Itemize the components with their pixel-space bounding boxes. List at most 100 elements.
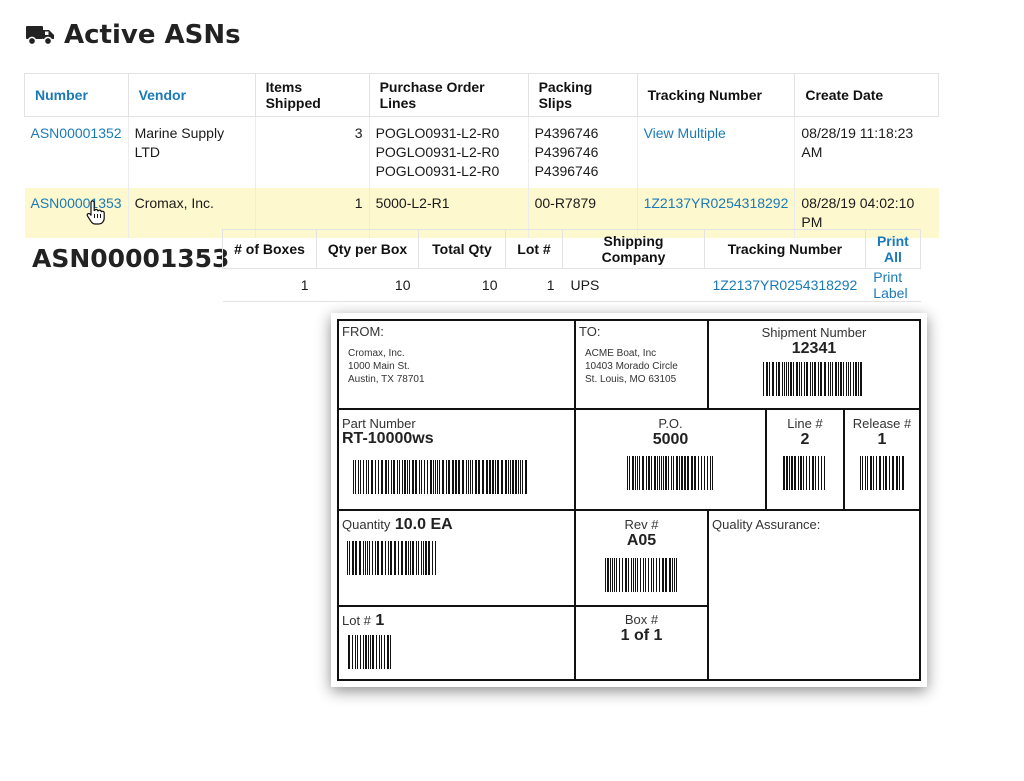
box-label: Box # [624, 612, 659, 627]
address-line: ACME Boat, Inc [585, 348, 657, 359]
address-line: 10403 Morado Circle [585, 361, 678, 372]
vendor-cell: Marine Supply LTD [127, 116, 256, 188]
from-label: FROM: [342, 324, 384, 339]
column-header-items-shipped: Items Shipped [254, 73, 370, 117]
label-rev-cell: Rev # A05 [576, 511, 709, 607]
print-label-link[interactable]: Print Label [873, 269, 907, 301]
column-header-packing-slips: Packing Slips [527, 73, 638, 117]
po-value: 5000 [652, 431, 689, 448]
lot-label: Lot # [342, 613, 371, 628]
part-number-label: Part Number [342, 416, 416, 431]
active-asn-table: Number Vendor Items Shipped Purchase Ord… [24, 73, 939, 238]
po-line: POGLO0931-L2-R0 [375, 163, 500, 179]
column-header-number[interactable]: Number [24, 73, 129, 117]
address-line: Austin, TX 78701 [348, 374, 425, 385]
tracking-number-link[interactable]: 1Z2137YR0254318292 [644, 195, 789, 211]
label-line-cell: Line # 2 [767, 410, 845, 511]
items-shipped-cell: 3 [254, 116, 370, 188]
label-shipment-cell: Shipment Number 12341 [709, 321, 919, 410]
label-part-cell: Part Number RT-10000ws [339, 410, 576, 511]
label-quantity-cell: Quantity 10.0 EA [339, 511, 576, 607]
column-header-lot: Lot # [505, 229, 563, 269]
truck-icon [26, 26, 54, 46]
line-label: Line # [787, 416, 823, 431]
lot-barcode-icon [348, 635, 391, 669]
line-barcode-icon [783, 456, 825, 490]
column-header-po-lines: Purchase Order Lines [368, 73, 529, 117]
column-header-tracking-number: Tracking Number [636, 73, 795, 117]
column-header-create-date: Create Date [794, 73, 939, 117]
column-header-boxes: # of Boxes [222, 229, 317, 269]
tracking-number-link[interactable]: 1Z2137YR0254318292 [713, 277, 858, 293]
po-label: P.O. [658, 416, 683, 431]
total-qty-cell: 10 [418, 268, 506, 302]
part-number-value: RT-10000ws [342, 430, 434, 447]
page-title: Active ASNs [64, 20, 241, 50]
table-header-row: Number Vendor Items Shipped Purchase Ord… [24, 73, 939, 117]
box-value: 1 of 1 [620, 627, 663, 644]
shipment-barcode-icon [763, 362, 862, 396]
hand-cursor-icon [86, 200, 105, 225]
shipping-company-cell: UPS [562, 268, 705, 302]
label-to-cell: TO: ACME Boat, Inc 10403 Morado Circle S… [576, 321, 709, 410]
page-heading: Active ASNs [26, 18, 241, 52]
part-barcode-icon [353, 460, 527, 494]
asn-number-link[interactable]: ASN00001353 [31, 195, 122, 211]
boxes-cell: 1 [222, 268, 317, 302]
quantity-label: Quantity [342, 517, 391, 532]
shipment-number-value: 12341 [791, 340, 837, 357]
label-box-cell: Box # 1 of 1 [576, 607, 709, 679]
view-multiple-link[interactable]: View Multiple [644, 125, 726, 141]
release-value: 1 [877, 431, 887, 448]
table-header-row: # of Boxes Qty per Box Total Qty Lot # S… [222, 229, 922, 269]
lot-line: Lot # 1 [342, 612, 384, 630]
address-line: Cromax, Inc. [348, 348, 405, 359]
shipping-label: FROM: Cromax, Inc. 1000 Main St. Austin,… [337, 319, 921, 681]
shipment-number-label: Shipment Number [761, 325, 867, 340]
po-line: POGLO0931-L2-R0 [375, 144, 500, 160]
asn-detail-title: ASN00001353 [32, 244, 230, 273]
rev-label: Rev # [624, 517, 659, 532]
address-line: St. Louis, MO 63105 [585, 374, 677, 385]
release-label: Release # [852, 416, 912, 431]
packing-slips-cell: P4396746 P4396746 P4396746 [527, 116, 638, 188]
packing-slip: 00-R7879 [534, 195, 597, 211]
lot-value: 1 [375, 612, 385, 629]
qa-label: Quality Assurance: [712, 517, 821, 532]
table-row: ASN00001352 Marine Supply LTD 3 POGLO093… [25, 116, 939, 188]
packing-slip: P4396746 [534, 163, 599, 179]
label-qa-cell: Quality Assurance: [709, 511, 919, 679]
qty-per-box-cell: 10 [316, 268, 419, 302]
shipping-label-preview: FROM: Cromax, Inc. 1000 Main St. Austin,… [331, 313, 927, 687]
lot-cell: 1 [505, 268, 563, 302]
column-header-total-qty: Total Qty [418, 229, 506, 269]
packing-slip: P4396746 [534, 125, 599, 141]
release-barcode-icon [860, 456, 904, 490]
column-header-qty-per-box: Qty per Box [316, 229, 419, 269]
quantity-value: 10.0 EA [394, 516, 453, 533]
rev-barcode-icon [604, 558, 677, 592]
print-all-button[interactable]: Print All [864, 229, 922, 269]
to-address: ACME Boat, Inc 10403 Morado Circle St. L… [585, 347, 678, 386]
label-po-cell: P.O. 5000 [576, 410, 767, 511]
label-lot-cell: Lot # 1 [339, 607, 576, 679]
packing-slip: P4396746 [534, 144, 599, 160]
column-header-vendor[interactable]: Vendor [127, 73, 256, 117]
quantity-line: Quantity 10.0 EA [342, 516, 453, 534]
po-line: 5000-L2-R1 [375, 195, 450, 211]
asn-number-link[interactable]: ASN00001352 [31, 125, 122, 141]
po-barcode-icon [626, 456, 713, 490]
asn-detail-table: # of Boxes Qty per Box Total Qty Lot # S… [222, 229, 922, 302]
to-label: TO: [579, 324, 601, 339]
label-from-cell: FROM: Cromax, Inc. 1000 Main St. Austin,… [339, 321, 576, 410]
table-row: 1 10 10 1 UPS 1Z2137YR0254318292 Print L… [222, 268, 921, 302]
column-header-tracking-number: Tracking Number [704, 229, 866, 269]
line-value: 2 [800, 431, 810, 448]
label-release-cell: Release # 1 [845, 410, 919, 511]
po-lines-cell: POGLO0931-L2-R0 POGLO0931-L2-R0 POGLO093… [368, 116, 529, 188]
address-line: 1000 Main St. [348, 361, 410, 372]
create-date-cell: 08/28/19 11:18:23 AM [794, 116, 939, 188]
rev-value: A05 [626, 532, 657, 549]
po-line: POGLO0931-L2-R0 [375, 125, 500, 141]
from-address: Cromax, Inc. 1000 Main St. Austin, TX 78… [348, 347, 425, 386]
